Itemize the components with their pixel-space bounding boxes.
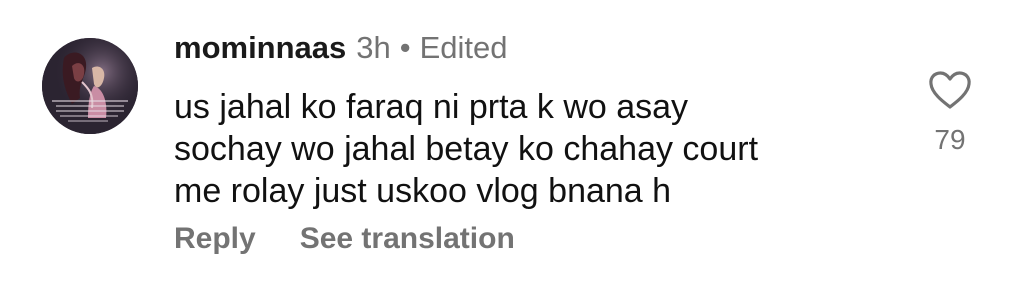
username[interactable]: mominnaas <box>174 30 346 66</box>
heart-outline-icon[interactable] <box>928 70 972 110</box>
like-area: 79 <box>920 70 980 156</box>
meta-separator: • <box>399 30 411 65</box>
reply-button[interactable]: Reply <box>174 222 256 256</box>
see-translation-button[interactable]: See translation <box>300 222 515 256</box>
comment-item: mominnaas 3h • Edited us jahal ko faraq … <box>0 0 1024 296</box>
edited-label: Edited <box>419 30 508 65</box>
timestamp: 3h <box>356 30 391 65</box>
like-count: 79 <box>934 124 966 155</box>
comment-text: us jahal ko faraq ni prta k wo asay soch… <box>174 86 874 212</box>
comment-text-line: us jahal ko faraq ni prta k wo asay <box>174 88 689 126</box>
avatar[interactable] <box>42 38 138 134</box>
comment-text-line: me rolay just uskoo vlog bnana h <box>174 172 672 210</box>
comment-actions: Reply See translation <box>174 222 515 256</box>
avatar-image <box>42 38 138 134</box>
comment-header: mominnaas 3h • Edited <box>174 30 508 70</box>
comment-text-line: sochay wo jahal betay ko chahay court <box>174 130 759 168</box>
